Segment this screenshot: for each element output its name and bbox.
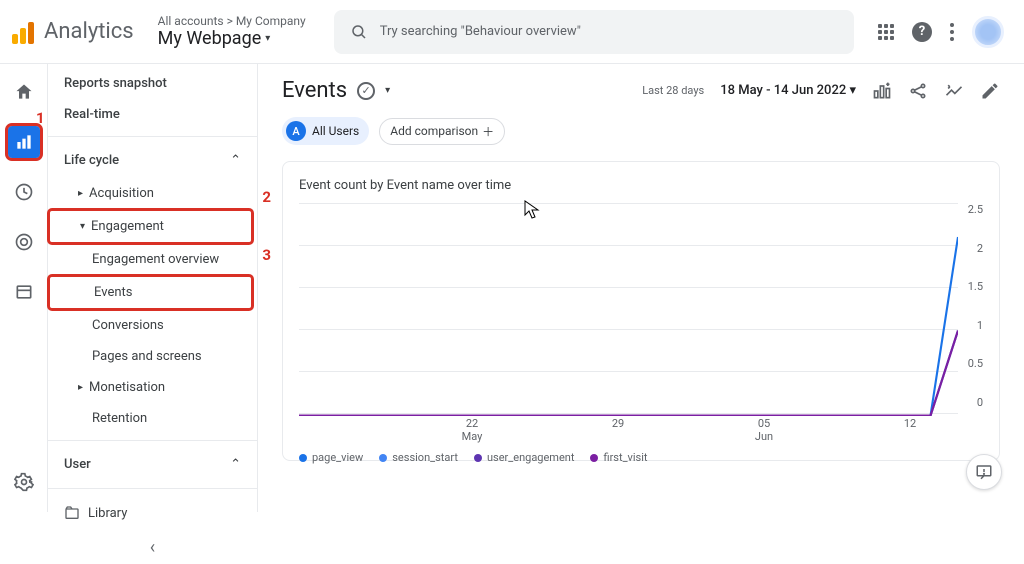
annotation-1: 1: [36, 109, 45, 127]
feedback-button[interactable]: [966, 454, 1002, 490]
sidebar-lifecycle-label: Life cycle: [64, 153, 119, 168]
chevron-down-icon[interactable]: ▾: [385, 85, 390, 96]
search-input[interactable]: Try searching "Behaviour overview": [334, 10, 854, 54]
page-header: Events ✓ ▾ Last 28 days 18 May - 14 Jun …: [258, 64, 1024, 113]
rail-advertising[interactable]: [8, 226, 40, 258]
annotation-3: 3: [262, 246, 271, 264]
legend-item[interactable]: first_visit: [590, 451, 647, 464]
segment-chip-all-users[interactable]: A All Users: [282, 117, 369, 145]
sidebar-item-pages[interactable]: Pages and screens: [48, 341, 257, 372]
sidebar-snapshot[interactable]: Reports snapshot: [48, 68, 257, 99]
page-title: Events: [282, 78, 347, 103]
caret-down-icon: ▾: [80, 221, 85, 232]
topbar-actions: ?: [878, 16, 1004, 48]
folder-icon: [64, 505, 80, 521]
search-placeholder: Try searching "Behaviour overview": [380, 24, 581, 39]
sidebar-item-acquisition[interactable]: ▸Acquisition: [48, 178, 257, 209]
date-label: Last 28 days: [642, 84, 704, 97]
chevron-down-icon: ▾: [265, 33, 270, 44]
rail-reports[interactable]: [8, 126, 40, 158]
plus-icon: ＋: [482, 123, 494, 140]
annotation-box-3: Events: [50, 277, 251, 308]
insights-icon[interactable]: [944, 81, 964, 101]
sidebar-item-monetisation[interactable]: ▸Monetisation: [48, 372, 257, 403]
sidebar: Reports snapshot Real-time Life cycle ⌃ …: [48, 64, 258, 512]
rail-home[interactable]: [8, 76, 40, 108]
legend-item[interactable]: user_engagement: [474, 451, 575, 464]
edit-icon[interactable]: [980, 81, 1000, 101]
toolbar: [872, 81, 1000, 101]
chart-card: Event count by Event name over time 2.52…: [282, 161, 1000, 461]
chart-legend: page_view session_start user_engagement fir…: [299, 451, 983, 464]
avatar[interactable]: [972, 16, 1004, 48]
chip-label: All Users: [312, 124, 365, 138]
chart-title: Event count by Event name over time: [299, 178, 983, 193]
search-icon: [350, 23, 368, 41]
chevron-up-icon: ⌃: [230, 457, 241, 472]
date-range-picker[interactable]: 18 May - 14 Jun 2022 ▾: [720, 83, 856, 98]
topbar: Analytics All accounts > My Company My W…: [0, 0, 1024, 64]
property-name: My Webpage ▾: [158, 28, 306, 49]
x-axis-labels: 22May2905Jun12: [299, 417, 983, 443]
collapse-sidebar-button[interactable]: ‹: [48, 531, 257, 564]
share-icon[interactable]: [908, 81, 928, 101]
sidebar-lifecycle-header[interactable]: Life cycle ⌃: [48, 143, 257, 178]
help-icon[interactable]: ?: [912, 22, 932, 42]
sidebar-user-header[interactable]: User ⌃: [48, 447, 257, 482]
main-content: Events ✓ ▾ Last 28 days 18 May - 14 Jun …: [258, 64, 1024, 512]
nav-rail: 1: [0, 64, 48, 512]
more-menu-icon[interactable]: [950, 23, 954, 41]
legend-item[interactable]: session_start: [379, 451, 458, 464]
caret-right-icon: ▸: [78, 188, 83, 199]
customize-icon[interactable]: [872, 81, 892, 101]
sidebar-item-conversions[interactable]: Conversions: [48, 310, 257, 341]
chevron-up-icon: ⌃: [230, 153, 241, 168]
brand-name: Analytics: [44, 19, 134, 44]
chip-avatar-icon: A: [286, 121, 306, 141]
apps-icon[interactable]: [878, 24, 894, 40]
add-comparison-button[interactable]: Add comparison＋: [379, 118, 505, 145]
annotation-2: 2: [262, 188, 271, 206]
analytics-logo-icon: [12, 20, 36, 44]
chart-area[interactable]: 2.521.510.50: [299, 203, 983, 413]
legend-item[interactable]: page_view: [299, 451, 363, 464]
sidebar-item-engagement-overview[interactable]: Engagement overview: [48, 244, 257, 275]
y-axis-labels: 2.521.510.50: [968, 203, 983, 413]
sidebar-user-label: User: [64, 457, 91, 472]
sidebar-item-engagement[interactable]: ▾Engagement: [50, 211, 251, 242]
logo[interactable]: Analytics: [12, 19, 134, 44]
account-selector[interactable]: All accounts > My Company My Webpage ▾: [158, 14, 306, 49]
status-check-icon[interactable]: ✓: [357, 82, 375, 100]
rail-admin[interactable]: [8, 466, 40, 498]
sidebar-item-retention[interactable]: Retention: [48, 403, 257, 434]
sidebar-library[interactable]: Library: [48, 495, 257, 531]
comparison-row: A All Users Add comparison＋: [258, 113, 1024, 161]
rail-explore[interactable]: [8, 176, 40, 208]
sidebar-item-events[interactable]: Events: [50, 277, 251, 308]
sidebar-realtime[interactable]: Real-time: [48, 99, 257, 130]
line-chart: [299, 203, 958, 416]
caret-right-icon: ▸: [78, 382, 83, 393]
breadcrumb: All accounts > My Company: [158, 14, 306, 28]
cursor-icon: [524, 200, 540, 220]
rail-configure[interactable]: [8, 276, 40, 308]
